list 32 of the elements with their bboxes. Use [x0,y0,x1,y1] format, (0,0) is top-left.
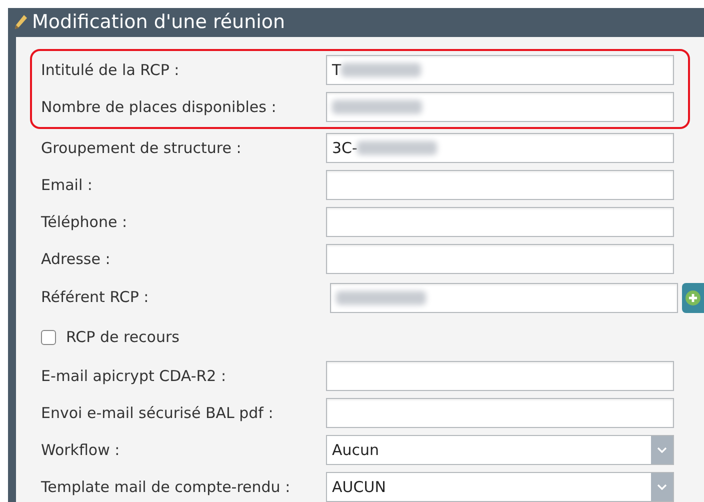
dropdown[interactable]: Aucun [326,435,674,465]
field-label: Email : [41,174,94,196]
window-title: Modification d'une réunion [32,10,286,35]
field-value: T [332,60,342,81]
input-field[interactable] [330,282,678,312]
checkbox-label: RCP de recours [66,327,180,348]
dropdown-value: Aucun [332,440,380,461]
pencil-icon [14,14,28,30]
field-value: 3C- [332,138,358,159]
checkbox[interactable] [41,330,56,345]
add-button[interactable] [682,282,704,312]
input-field[interactable] [326,170,674,200]
plus-icon [685,290,701,306]
field-label: Nombre de places disponibles : [41,96,278,118]
input-field[interactable] [326,361,674,391]
field-label: E-mail apicrypt CDA-R2 : [41,366,228,387]
field-label: Téléphone : [41,212,128,233]
input-field[interactable] [326,207,674,237]
field-label: Référent RCP : [41,287,150,308]
input-field[interactable]: 3C- [326,133,674,163]
input-field[interactable] [326,398,674,428]
field-label: Adresse : [41,248,112,270]
input-field[interactable] [326,244,674,274]
input-field[interactable] [326,92,674,122]
field-label: Intitulé de la RCP : [41,60,180,81]
field-label: Envoi e-mail sécurisé BAL pdf : [41,402,274,424]
field-label: Groupement de structure : [41,138,242,159]
dropdown[interactable]: AUCUN [326,472,674,502]
input-field[interactable]: T [326,55,674,85]
field-label: Workflow : [41,440,121,461]
dropdown-value: AUCUN [332,476,387,498]
field-label: Template mail de compte-rendu : [41,476,292,498]
